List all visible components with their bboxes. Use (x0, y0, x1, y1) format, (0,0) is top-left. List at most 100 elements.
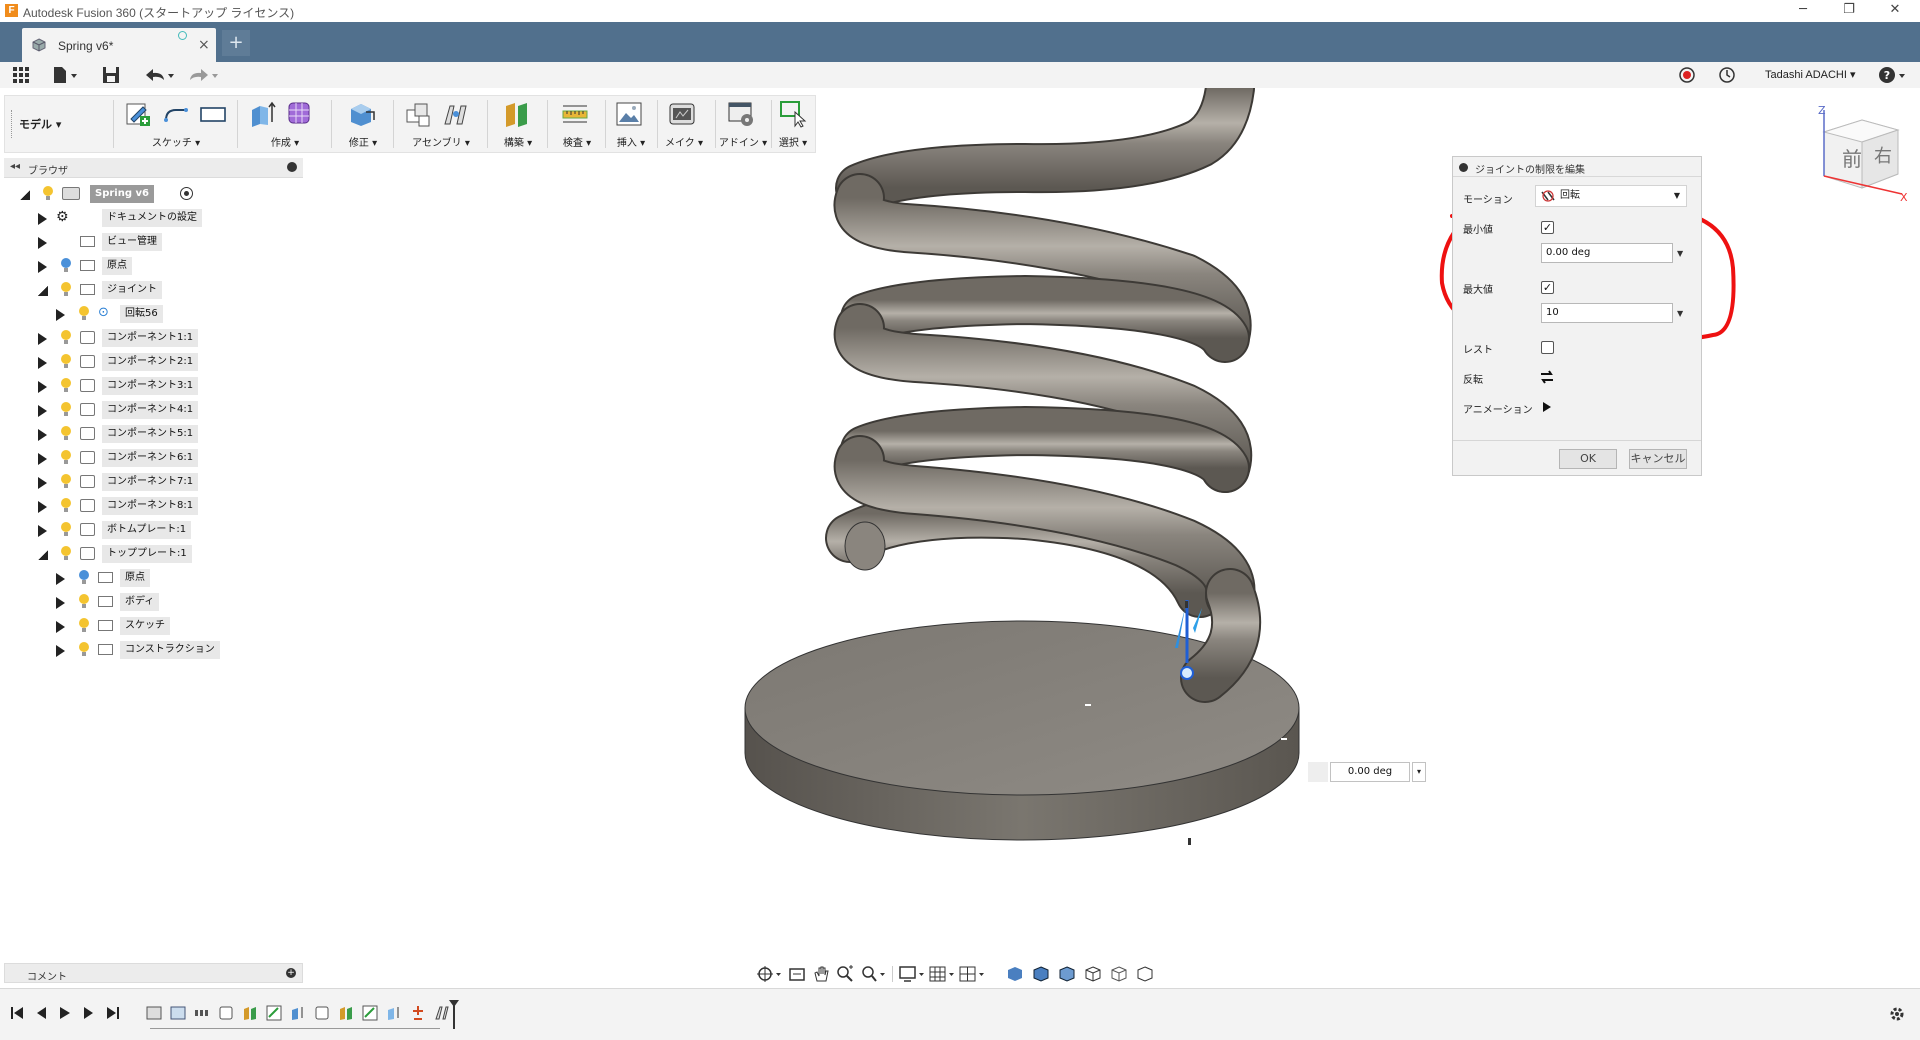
sketch-group[interactable]: スケッチ ▾ (121, 98, 231, 152)
expand-toggle-icon[interactable] (38, 453, 47, 465)
motion-select[interactable]: 回転 ▼ (1535, 185, 1687, 207)
collapse-toggle-icon[interactable] (38, 286, 48, 296)
visibility-bulb-icon[interactable] (42, 186, 54, 201)
visibility-bulb-icon[interactable] (78, 570, 90, 585)
tree-node[interactable]: トッププレート:1 (38, 544, 278, 564)
comments-panel[interactable]: コメント + (4, 963, 303, 983)
maximum-value-input[interactable]: 10 (1541, 303, 1673, 323)
viewcube-right-face[interactable]: 右 (1874, 146, 1892, 167)
close-tab-icon[interactable]: × (198, 37, 210, 53)
timeline-feature-sketch-icon[interactable] (170, 1005, 186, 1021)
expand-toggle-icon[interactable] (38, 525, 47, 537)
tree-node-label[interactable]: 回転56 (120, 305, 163, 323)
viewports-icon[interactable] (958, 965, 986, 983)
shaded-edges-icon[interactable] (1032, 965, 1050, 983)
angle-handle[interactable] (1308, 762, 1328, 782)
wireframe-icon[interactable] (1084, 965, 1102, 983)
visibility-bulb-icon[interactable] (60, 330, 72, 345)
tree-node-label[interactable]: コンポーネント2:1 (102, 353, 199, 371)
tree-node[interactable]: 原点 (38, 256, 278, 276)
tree-node-label[interactable]: コンポーネント7:1 (102, 473, 199, 491)
tree-root-spring[interactable]: Spring v6 (20, 184, 220, 204)
shaded-cube-icon[interactable] (1006, 965, 1024, 983)
tree-node-label[interactable]: ボトムプレート:1 (102, 521, 192, 539)
tree-node[interactable]: コンポーネント1:1 (38, 328, 278, 348)
timeline-feature-joint-icon[interactable] (410, 1005, 426, 1021)
visibility-bulb-icon[interactable] (60, 474, 72, 489)
timeline-feature-plane-icon[interactable] (338, 1005, 354, 1021)
tree-node-label[interactable]: ビュー管理 (102, 233, 162, 251)
zoom-icon[interactable] (836, 965, 854, 983)
sketch-group-label[interactable]: スケッチ ▾ (121, 134, 231, 149)
record-icon[interactable] (1678, 66, 1696, 84)
step-forward-icon[interactable] (82, 1006, 96, 1020)
data-panel-grid-icon[interactable] (12, 66, 30, 84)
maximum-checkbox[interactable]: ✓ (1541, 281, 1554, 294)
visibility-bulb-icon[interactable] (60, 426, 72, 441)
visibility-bulb-icon[interactable] (60, 282, 72, 297)
expand-toggle-icon[interactable] (38, 429, 47, 441)
file-menu-icon[interactable] (52, 66, 78, 84)
tree-node[interactable]: ⊙ 回転56 (56, 304, 296, 324)
expand-toggle-icon[interactable] (20, 190, 30, 200)
fit-icon[interactable] (860, 965, 886, 983)
expand-toggle-icon[interactable] (56, 573, 65, 585)
tree-node[interactable]: ボディ (56, 592, 296, 612)
visibility-bulb-icon[interactable] (78, 642, 90, 657)
tree-node[interactable]: ジョイント (38, 280, 278, 300)
user-account-menu[interactable]: Tadashi ADACHI ▾ (1765, 68, 1856, 81)
expand-toggle-icon[interactable] (38, 477, 47, 489)
expand-toggle-icon[interactable] (38, 501, 47, 513)
visible-edges-icon[interactable] (1136, 965, 1154, 983)
visibility-bulb-icon[interactable] (60, 258, 72, 273)
restore-button[interactable]: ❐ (1826, 0, 1872, 22)
expand-toggle-icon[interactable] (56, 597, 65, 609)
workspace-switcher[interactable]: モデル ▾ (19, 116, 61, 132)
collapse-toggle-icon[interactable] (38, 550, 48, 560)
play-icon[interactable] (58, 1006, 72, 1020)
activate-radio-icon[interactable] (180, 187, 193, 200)
timeline-feature-sketch-icon[interactable] (362, 1005, 378, 1021)
tree-root-label[interactable]: Spring v6 (90, 185, 154, 203)
tree-node-label[interactable]: ドキュメントの設定 (102, 209, 202, 227)
viewcube-front-face[interactable]: 前 (1842, 147, 1862, 171)
tree-node[interactable]: 原点 (56, 568, 296, 588)
tree-node-label[interactable]: コンストラクション (120, 641, 220, 659)
tree-node[interactable]: コンポーネント3:1 (38, 376, 278, 396)
minimum-dropdown-icon[interactable]: ▼ (1677, 249, 1683, 258)
tree-node[interactable]: ⚙ ドキュメントの設定 (38, 208, 278, 228)
tree-node-label[interactable]: コンポーネント1:1 (102, 329, 199, 347)
visibility-bulb-icon[interactable] (78, 618, 90, 633)
tree-node[interactable]: コンポーネント8:1 (38, 496, 278, 516)
timeline-feature-component-icon[interactable] (218, 1005, 234, 1021)
tree-node[interactable]: コンポーネント6:1 (38, 448, 278, 468)
visibility-bulb-icon[interactable] (60, 354, 72, 369)
timeline-settings-gear-icon[interactable] (1888, 1005, 1906, 1023)
visibility-bulb-icon[interactable] (78, 306, 90, 321)
angle-dropdown-icon[interactable]: ▾ (1412, 762, 1426, 782)
extrude-icon[interactable] (248, 100, 276, 128)
step-back-icon[interactable] (34, 1006, 48, 1020)
dialog-collapse-icon[interactable] (1459, 163, 1468, 172)
tree-node[interactable]: コンポーネント7:1 (38, 472, 278, 492)
expand-toggle-icon[interactable] (38, 381, 47, 393)
visibility-bulb-icon[interactable] (60, 546, 72, 561)
timeline-feature-plane-icon[interactable] (242, 1005, 258, 1021)
collapse-browser-icon[interactable]: ◂◂ (10, 161, 20, 172)
minimum-value-input[interactable]: 0.00 deg (1541, 243, 1673, 263)
expand-toggle-icon[interactable] (38, 261, 47, 273)
job-status-clock-icon[interactable] (1718, 66, 1736, 84)
tree-node[interactable]: ビュー管理 (38, 232, 278, 252)
visibility-bulb-icon[interactable] (60, 522, 72, 537)
tree-node-label[interactable]: 原点 (102, 257, 132, 275)
redo-icon[interactable] (186, 66, 220, 84)
close-window-button[interactable]: ✕ (1872, 0, 1918, 22)
angle-input[interactable]: 0.00 deg (1330, 762, 1410, 782)
tree-node-label[interactable]: ジョイント (102, 281, 162, 299)
document-tab[interactable]: Spring v6* × (22, 28, 216, 62)
tree-node-label[interactable]: 原点 (120, 569, 150, 587)
view-cube[interactable]: 前 右 Z X (1810, 104, 1910, 204)
shaded-hidden-icon[interactable] (1058, 965, 1076, 983)
expand-toggle-icon[interactable] (56, 645, 65, 657)
tree-node-label[interactable]: コンポーネント4:1 (102, 401, 199, 419)
